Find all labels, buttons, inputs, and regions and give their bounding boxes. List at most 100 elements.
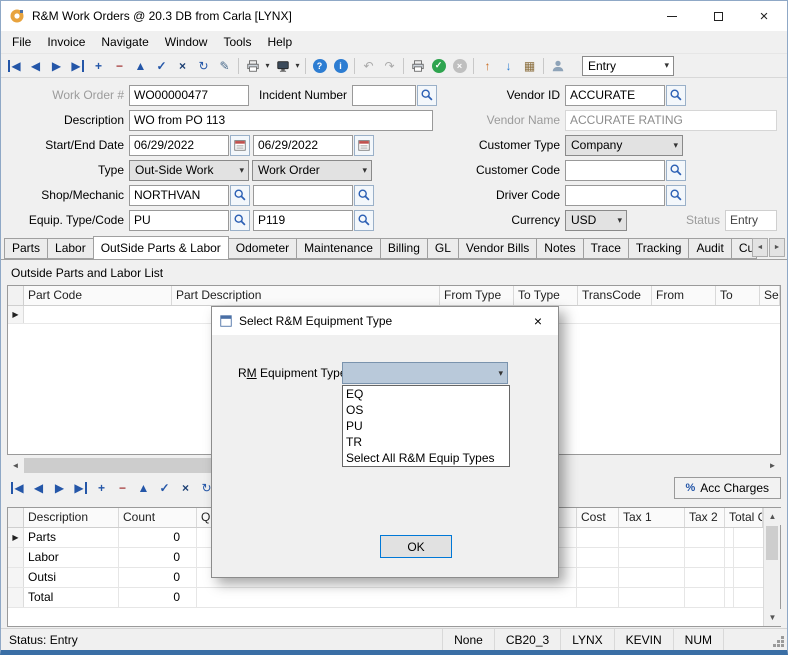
equip-type-option-pu[interactable]: PU [343, 418, 509, 434]
column-header-cost[interactable]: Cost [577, 508, 619, 527]
mechanic-field[interactable] [253, 185, 353, 206]
end-date-calendar-button[interactable] [354, 135, 374, 156]
forward-icon[interactable]: ↷ [379, 55, 400, 76]
equip-type-option-os[interactable]: OS [343, 402, 509, 418]
print-menu-caret-icon[interactable]: ▾ [263, 61, 272, 70]
column-header-from-type[interactable]: From Type [440, 286, 514, 305]
approve-icon[interactable]: ✓ [428, 55, 449, 76]
column-header-part-code[interactable]: Part Code [24, 286, 172, 305]
dialog-close-button[interactable]: × [518, 307, 558, 335]
scroll-down-icon[interactable]: ▼ [764, 609, 781, 626]
grid-post-icon[interactable]: ✓ [154, 478, 175, 499]
tab-parts[interactable]: Parts [4, 238, 48, 259]
info-icon[interactable]: i [330, 55, 351, 76]
back-icon[interactable]: ↶ [358, 55, 379, 76]
grid-previous-icon[interactable]: ◀ [28, 478, 49, 499]
grid-collapse-icon[interactable]: ▲ [133, 478, 154, 499]
tab-billing[interactable]: Billing [380, 238, 428, 259]
grid-add-icon[interactable]: + [91, 478, 112, 499]
equip-type-lookup-button[interactable] [230, 210, 250, 231]
tab-outside-parts-labor[interactable]: OutSide Parts & Labor [93, 236, 229, 260]
grid-cancel-icon[interactable]: × [175, 478, 196, 499]
user-icon[interactable] [547, 55, 568, 76]
scrollbar-thumb[interactable] [766, 526, 778, 560]
scroll-up-icon[interactable]: ▲ [764, 508, 781, 525]
tab-notes[interactable]: Notes [536, 238, 583, 259]
mechanic-lookup-button[interactable] [354, 185, 374, 206]
chevron-down-icon[interactable]: ▾ [660, 60, 673, 71]
preview-icon[interactable] [272, 55, 293, 76]
menu-navigate[interactable]: Navigate [93, 33, 156, 51]
type-combobox[interactable]: Out-Side Work ▾ [129, 160, 249, 181]
equipment-type-combobox[interactable]: ▾ [342, 362, 508, 384]
tab-labor[interactable]: Labor [47, 238, 94, 259]
tab-scroll-left-button[interactable]: ◄ [752, 238, 768, 257]
column-header-se[interactable]: Se [760, 286, 780, 305]
download-icon[interactable]: ↓ [498, 55, 519, 76]
currency-combobox[interactable]: USD ▾ [565, 210, 627, 231]
previous-record-icon[interactable]: ◀ [25, 55, 46, 76]
help-icon[interactable]: ? [309, 55, 330, 76]
tab-maintenance[interactable]: Maintenance [296, 238, 381, 259]
shop-lookup-button[interactable] [230, 185, 250, 206]
column-header-count[interactable]: Count [119, 508, 197, 527]
equip-type-field[interactable]: PU [129, 210, 229, 231]
tab-scroll-right-button[interactable]: ► [769, 238, 785, 257]
chevron-down-icon[interactable]: ▾ [669, 140, 682, 151]
chevron-down-icon[interactable]: ▾ [494, 368, 507, 379]
equip-code-field[interactable]: P119 [253, 210, 353, 231]
edit-icon[interactable]: ✎ [214, 55, 235, 76]
grid-first-icon[interactable]: ◀ [7, 478, 28, 499]
minimize-button[interactable] [649, 1, 695, 31]
delete-record-icon[interactable]: − [109, 55, 130, 76]
tab-odometer[interactable]: Odometer [228, 238, 297, 259]
tab-audit[interactable]: Audit [688, 238, 731, 259]
vendor-id-lookup-button[interactable] [666, 85, 686, 106]
scroll-left-icon[interactable]: ◄ [7, 457, 24, 474]
tab-trace[interactable]: Trace [583, 238, 629, 259]
row-selector[interactable] [8, 588, 24, 607]
tab-vendor-bills[interactable]: Vendor Bills [458, 238, 537, 259]
column-header-to[interactable]: To [716, 286, 760, 305]
column-header-tax1[interactable]: Tax 1 [619, 508, 685, 527]
driver-code-lookup-button[interactable] [666, 185, 686, 206]
close-button[interactable]: × [741, 1, 787, 31]
post-icon[interactable]: ✓ [151, 55, 172, 76]
order-type-combobox[interactable]: Work Order ▾ [252, 160, 372, 181]
equip-code-lookup-button[interactable] [354, 210, 374, 231]
column-header-description[interactable]: Description [24, 508, 119, 527]
description-field[interactable]: WO from PO 113 [129, 110, 433, 131]
print-icon[interactable] [242, 55, 263, 76]
start-date-field[interactable]: 06/29/2022 [129, 135, 229, 156]
chevron-down-icon[interactable]: ▾ [613, 215, 626, 226]
column-header-from[interactable]: From [652, 286, 716, 305]
menu-window[interactable]: Window [157, 33, 216, 51]
menu-invoice[interactable]: Invoice [39, 33, 93, 51]
column-header-total[interactable]: Total C [725, 508, 763, 527]
menu-tools[interactable]: Tools [215, 33, 259, 51]
collapse-icon[interactable]: ▲ [130, 55, 151, 76]
customer-code-lookup-button[interactable] [666, 160, 686, 181]
ok-button[interactable]: OK [380, 535, 452, 558]
maximize-button[interactable] [695, 1, 741, 31]
resize-grip-icon[interactable] [781, 644, 784, 647]
shop-field[interactable]: NORTHVAN [129, 185, 229, 206]
end-date-field[interactable]: 06/29/2022 [253, 135, 353, 156]
menu-help[interactable]: Help [259, 33, 300, 51]
grid-last-icon[interactable]: ▶ [70, 478, 91, 499]
grid-delete-icon[interactable]: − [112, 478, 133, 499]
next-record-icon[interactable]: ▶ [46, 55, 67, 76]
equip-type-option-tr[interactable]: TR [343, 434, 509, 450]
row-selector[interactable]: ▶ [8, 528, 24, 547]
scroll-right-icon[interactable]: ► [764, 457, 781, 474]
chevron-down-icon[interactable]: ▾ [358, 165, 371, 176]
add-record-icon[interactable]: + [88, 55, 109, 76]
void-icon[interactable]: × [449, 55, 470, 76]
customer-code-field[interactable] [565, 160, 665, 181]
incident-lookup-button[interactable] [417, 85, 437, 106]
printer-icon[interactable] [407, 55, 428, 76]
first-record-icon[interactable]: ◀ [4, 55, 25, 76]
row-selector[interactable] [8, 548, 24, 567]
equip-type-option-eq[interactable]: EQ [343, 386, 509, 402]
acc-charges-button[interactable]: % Acc Charges [674, 477, 781, 499]
